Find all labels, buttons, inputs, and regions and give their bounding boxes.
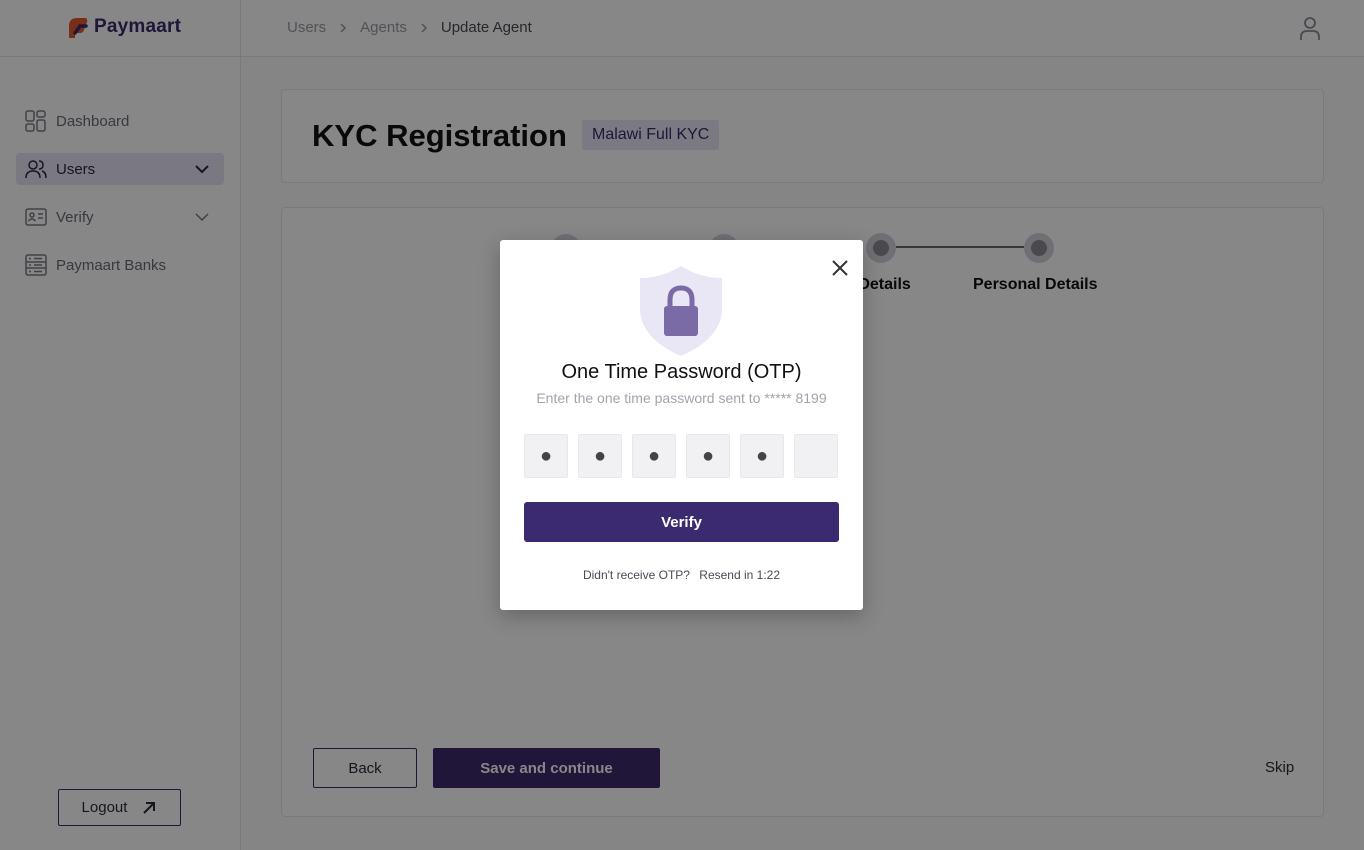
resend-row: Didn't receive OTP? Resend in 1:22 [500,568,863,582]
close-icon[interactable] [830,258,850,278]
otp-digit-input[interactable]: ● [578,434,622,478]
otp-digit-input[interactable]: ● [740,434,784,478]
otp-input-group: ● ● ● ● ● [524,434,838,478]
otp-modal: One Time Password (OTP) Enter the one ti… [500,240,863,610]
otp-digit-input[interactable]: ● [632,434,676,478]
verify-button[interactable]: Verify [524,502,839,542]
otp-digit-input[interactable]: ● [686,434,730,478]
otp-modal-title: One Time Password (OTP) [561,361,802,383]
otp-digit-input[interactable] [794,434,838,478]
shield-lock-icon [640,266,722,356]
resend-prompt: Didn't receive OTP? [582,568,690,582]
otp-modal-subtitle: Enter the one time password sent to ****… [536,390,827,406]
resend-timer[interactable]: Resend in 1:22 [699,568,780,582]
otp-digit-input[interactable]: ● [524,434,568,478]
